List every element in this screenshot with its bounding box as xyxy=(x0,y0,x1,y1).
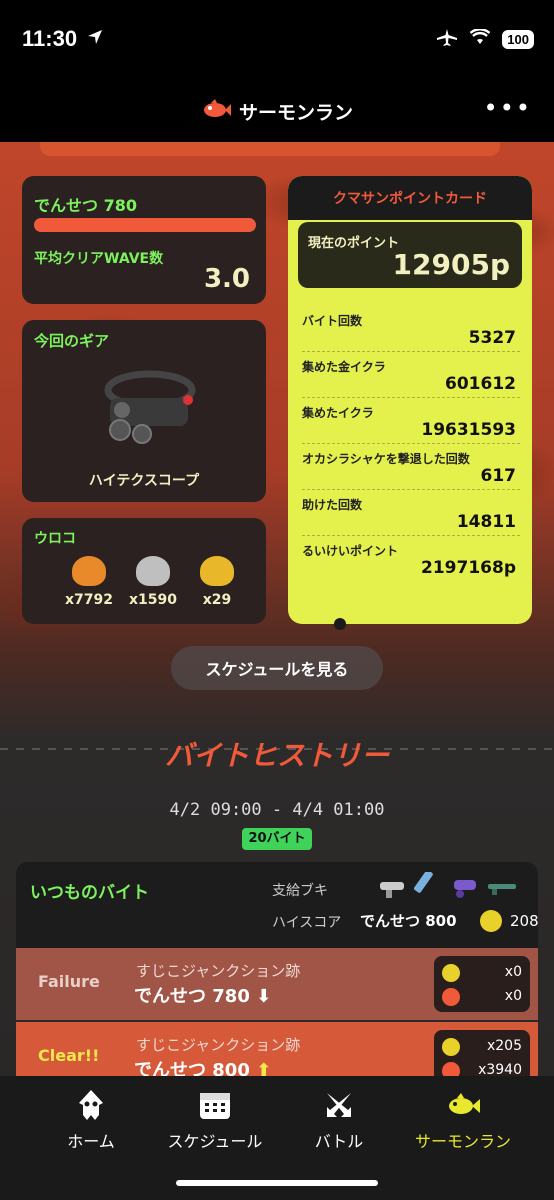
current-points-value: 12905p xyxy=(392,248,510,281)
hiscore-rank: でんせつ 800 xyxy=(360,912,457,930)
tab-label: バトル xyxy=(314,1132,364,1151)
stat-row: 集めた金イクラ 601612 xyxy=(302,352,520,398)
status-bar: 11:30 100 xyxy=(0,0,554,80)
salmon-icon xyxy=(201,98,231,124)
shift-title: いつものバイト xyxy=(30,883,149,903)
point-card: クマサンポイントカード 現在のポイント 12905p バイト回数 5327 集め… xyxy=(288,176,532,624)
page-title: サーモンラン xyxy=(238,101,353,124)
supply-weapons xyxy=(378,872,518,900)
gear-title: 今回のギア xyxy=(34,332,110,350)
point-card-title: クマサンポイントカード xyxy=(288,176,532,220)
stat-value: 19631593 xyxy=(421,420,516,440)
golden-egg-icon xyxy=(442,964,460,982)
wave-value: 3.0 xyxy=(203,264,250,294)
ellipsis-icon[interactable]: ••• xyxy=(484,96,532,120)
arrow-down-icon: ⬇ xyxy=(256,986,272,1007)
result-eggs: x0 x0 xyxy=(434,956,530,1012)
stat-value: 5327 xyxy=(468,328,516,348)
weapon-icon xyxy=(488,884,516,895)
shift-count-badge: 20バイト xyxy=(242,828,312,850)
current-points-box: 現在のポイント 12905p xyxy=(298,222,522,288)
bronze-scale-count: x7792 xyxy=(65,592,113,608)
hiscore-label: ハイスコア xyxy=(272,915,342,931)
rank-panel: でんせつ 780 平均クリアWAVE数 3.0 xyxy=(22,176,266,304)
stat-label: バイト回数 xyxy=(302,314,363,328)
result-rank-text: でんせつ 780 xyxy=(134,986,250,1007)
result-stage: すじこジャンクション跡 xyxy=(136,962,301,980)
stat-row: バイト回数 5327 xyxy=(302,306,520,352)
stat-row: 助けた回数 14811 xyxy=(302,490,520,536)
wave-label: 平均クリアWAVE数 xyxy=(34,251,164,267)
stat-label: オカシラシャケを撃退した回数 xyxy=(302,452,470,466)
stat-row: るいけいポイント 2197168p xyxy=(302,536,520,582)
stat-value: 617 xyxy=(480,466,517,486)
stat-label: 集めたイクラ xyxy=(302,406,374,420)
golden-egg-icon xyxy=(442,1038,460,1056)
bronze-scale: x7792 xyxy=(54,556,124,608)
stat-label: 助けた回数 xyxy=(302,498,363,512)
result-stage: すじこジャンクション跡 xyxy=(136,1036,301,1054)
shift-summary[interactable]: いつものバイト 支給ブキ ハイスコア でんせつ 800 208 xyxy=(16,862,539,948)
result-row-failure[interactable]: Failure すじこジャンクション跡 でんせつ 780 ⬇ x0 x0 xyxy=(16,948,538,1020)
power-egg-icon xyxy=(442,988,460,1006)
power-egg-count: x0 xyxy=(504,988,522,1004)
app-header: サーモンラン ••• xyxy=(0,80,554,142)
gold-scale: x29 xyxy=(182,556,252,608)
stat-row: オカシラシャケを撃退した回数 617 xyxy=(302,444,520,490)
location-arrow-icon xyxy=(86,28,104,50)
tab-label: スケジュール xyxy=(167,1132,263,1151)
silver-scale-count: x1590 xyxy=(129,592,177,608)
gear-name: ハイテクスコープ xyxy=(88,473,200,489)
hiscore-golden-eggs: 208 xyxy=(510,912,539,930)
result-status: Failure xyxy=(38,972,100,991)
view-schedule-button[interactable]: スケジュールを見る xyxy=(171,646,383,690)
rank-label: でんせつ 780 xyxy=(34,196,137,215)
wifi-icon xyxy=(469,28,491,49)
stat-label: るいけいポイント xyxy=(302,544,399,558)
gold-scale-count: x29 xyxy=(202,592,232,608)
result-status: Clear!! xyxy=(38,1046,100,1065)
tab-schedule[interactable]: スケジュール xyxy=(160,1088,270,1152)
gold-scale-icon xyxy=(200,556,234,586)
home-indicator xyxy=(176,1180,378,1186)
stat-value: 2197168p xyxy=(421,558,516,578)
golden-egg-count: x205 xyxy=(486,1038,522,1054)
silver-scale: x1590 xyxy=(118,556,188,608)
card-notch xyxy=(334,618,346,630)
history-period: 4/2 09:00 - 4/4 01:00 xyxy=(169,800,385,820)
calendar-icon xyxy=(160,1088,270,1122)
tab-label: サーモンラン xyxy=(414,1132,511,1151)
golden-egg-count: x0 xyxy=(504,964,522,980)
gear-panel[interactable]: 今回のギア ハイテクスコープ xyxy=(22,320,266,502)
current-points-label: 現在のポイント xyxy=(308,236,400,251)
airplane-icon xyxy=(436,28,458,50)
squid-icon xyxy=(36,1088,146,1122)
result-rank: でんせつ 780 ⬇ xyxy=(134,982,271,1008)
stat-row: 集めたイクラ 19631593 xyxy=(302,398,520,444)
stat-value: 14811 xyxy=(456,512,516,532)
weapon-icon xyxy=(380,882,404,898)
goggles-icon xyxy=(92,360,202,450)
weapon-icon xyxy=(414,872,433,893)
silver-scale-icon xyxy=(136,556,170,586)
scales-panel: ウロコ x7792 x1590 x29 xyxy=(22,518,266,624)
salmon-icon xyxy=(408,1088,518,1122)
status-time: 11:30 xyxy=(22,26,78,51)
golden-egg-icon xyxy=(480,910,502,932)
supply-weapons-label: 支給ブキ xyxy=(272,883,328,899)
history-title: バイトヒストリー xyxy=(164,739,389,772)
crossed-swords-icon xyxy=(284,1088,394,1122)
tab-label: ホーム xyxy=(67,1132,115,1151)
tab-home[interactable]: ホーム xyxy=(36,1088,146,1152)
stat-label: 集めた金イクラ xyxy=(302,360,386,374)
rank-progress-bar xyxy=(34,218,256,232)
battery-indicator: 100 xyxy=(502,29,534,49)
bronze-scale-icon xyxy=(72,556,106,586)
scales-title: ウロコ xyxy=(34,531,76,547)
tab-battle[interactable]: バトル xyxy=(284,1088,394,1152)
tab-salmon-run[interactable]: サーモンラン xyxy=(408,1088,518,1152)
hero-banner xyxy=(40,142,500,156)
weapon-icon xyxy=(454,880,476,898)
stat-value: 601612 xyxy=(445,374,516,394)
